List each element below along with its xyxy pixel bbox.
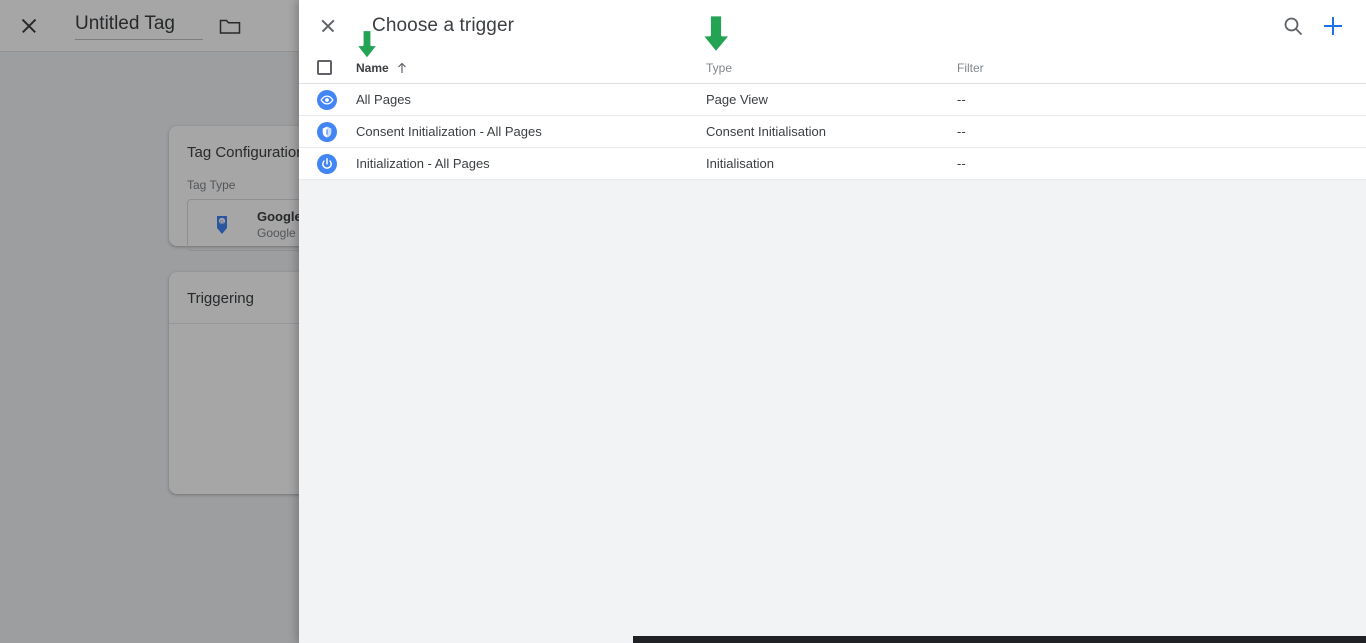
column-header-filter[interactable]: Filter	[957, 61, 1366, 75]
column-header-type[interactable]: Type	[706, 61, 957, 75]
eye-icon	[317, 89, 337, 110]
trigger-type: Page View	[706, 92, 768, 107]
search-icon[interactable]	[1281, 14, 1305, 38]
select-all-checkbox[interactable]	[317, 60, 332, 75]
trigger-type: Consent Initialisation	[706, 124, 826, 139]
choose-trigger-modal: Choose a trigger Name Type Filter All Pa…	[299, 0, 1366, 643]
folder-icon[interactable]	[219, 17, 241, 35]
row-icon-cell	[299, 153, 355, 174]
table-row[interactable]: Initialization - All Pages Initialisatio…	[299, 148, 1366, 180]
power-icon	[317, 153, 337, 174]
page-title: Choose a trigger	[372, 15, 515, 36]
row-icon-cell	[299, 121, 355, 142]
add-trigger-icon[interactable]	[1321, 14, 1345, 38]
trigger-type: Initialisation	[706, 156, 774, 171]
select-all-cell[interactable]	[299, 60, 355, 75]
column-header-name[interactable]: Name	[355, 61, 706, 75]
google-tag-icon: G	[210, 213, 234, 237]
table-header-row: Name Type Filter	[299, 52, 1366, 84]
trigger-filter: --	[957, 156, 966, 171]
trigger-table: Name Type Filter All Pages Page View -- …	[299, 52, 1366, 180]
trigger-filter: --	[957, 124, 966, 139]
trigger-name: Consent Initialization - All Pages	[356, 124, 542, 139]
column-header-name-label: Name	[356, 60, 389, 75]
trigger-name: Initialization - All Pages	[356, 156, 490, 171]
modal-header-actions	[1281, 14, 1366, 38]
tag-title-group: Untitled Tag	[75, 11, 241, 40]
arrow-up-icon	[396, 62, 408, 74]
horizontal-scrollbar[interactable]	[633, 636, 1366, 643]
row-icon-cell	[299, 89, 355, 110]
svg-text:G: G	[220, 220, 224, 226]
trigger-filter: --	[957, 92, 966, 107]
close-icon[interactable]	[316, 14, 340, 38]
trigger-name: All Pages	[356, 92, 411, 107]
table-row[interactable]: Consent Initialization - All Pages Conse…	[299, 116, 1366, 148]
tag-name-input[interactable]: Untitled Tag	[75, 11, 203, 40]
close-icon[interactable]	[17, 14, 41, 38]
table-row[interactable]: All Pages Page View --	[299, 84, 1366, 116]
modal-header: Choose a trigger	[299, 0, 1366, 52]
shield-icon	[317, 121, 337, 142]
